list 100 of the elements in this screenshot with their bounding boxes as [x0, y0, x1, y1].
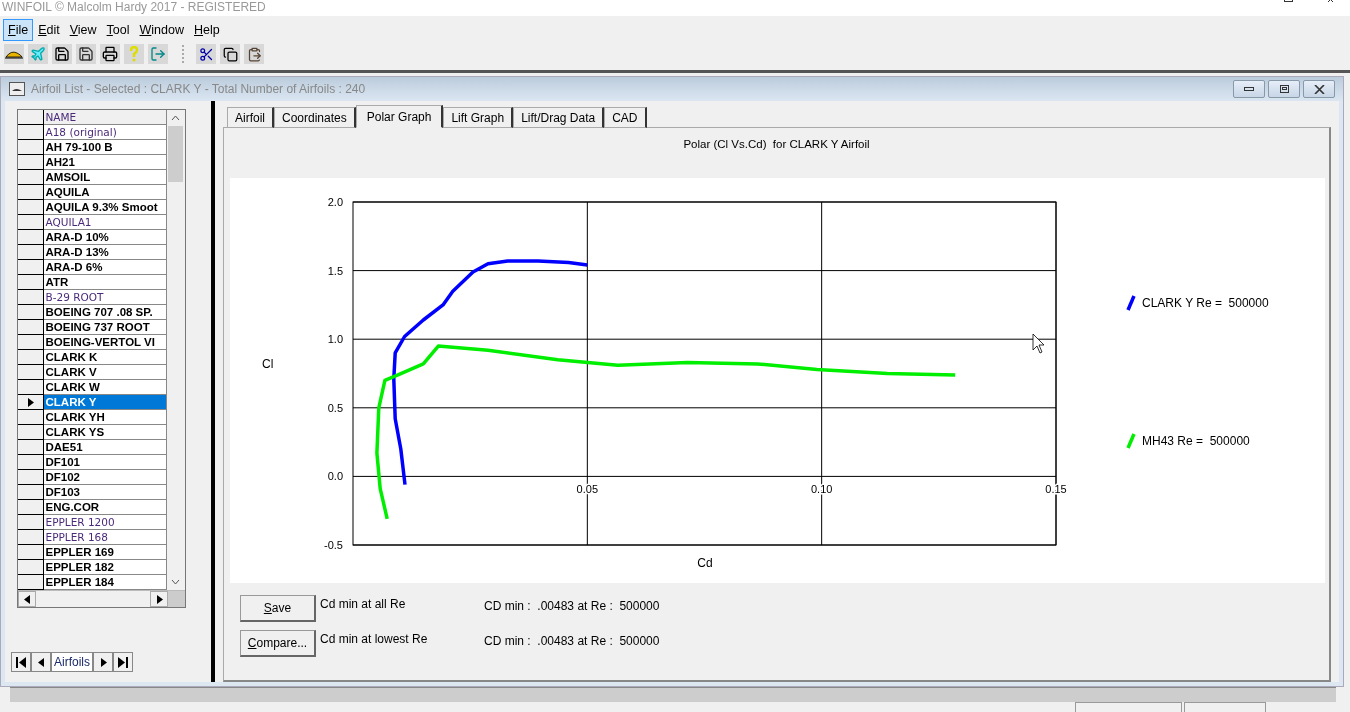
airfoil-name-cell[interactable]: CLARK K [43, 350, 167, 365]
menu-item[interactable]: Tool [101, 19, 135, 41]
navigator-label: Airfoils [51, 652, 93, 672]
airfoil-name-cell[interactable]: EPPLER 169 [43, 545, 167, 560]
airfoil-name-cell[interactable]: AQUILA1 [43, 215, 167, 230]
row-header[interactable] [18, 380, 44, 395]
previous-record-button[interactable] [31, 652, 51, 672]
row-header[interactable] [18, 440, 44, 455]
last-record-button[interactable] [113, 652, 133, 672]
airfoil-name-cell[interactable]: EPPLER 184 [43, 575, 167, 590]
scroll-thumb[interactable] [168, 126, 183, 182]
copy-button[interactable] [220, 44, 240, 64]
airfoil-name-cell[interactable]: CLARK V [43, 365, 167, 380]
save-as-button[interactable] [76, 44, 96, 64]
airfoil-name-cell[interactable]: ARA-D 10% [43, 230, 167, 245]
minimize-button[interactable] [1233, 80, 1265, 98]
airfoil-name-cell[interactable]: CLARK W [43, 380, 167, 395]
action-button[interactable]: Compare... [240, 630, 316, 657]
tab[interactable]: Lift Graph [443, 107, 514, 128]
airfoil-name-cell[interactable]: EPPLER 182 [43, 560, 167, 575]
row-header[interactable] [18, 290, 44, 305]
scroll-left-button[interactable] [18, 591, 36, 607]
row-header[interactable] [18, 410, 44, 425]
tab[interactable]: Lift/Drag Data [513, 107, 605, 128]
airfoil-name-cell[interactable]: B-29 ROOT [43, 290, 167, 305]
scroll-right-button[interactable] [150, 591, 168, 607]
row-header[interactable] [18, 170, 44, 185]
airfoil-name-cell[interactable]: AQUILA 9.3% Smoot [43, 200, 167, 215]
first-record-button[interactable] [11, 652, 31, 672]
airfoil-name-cell[interactable]: ATR [43, 275, 167, 290]
airfoil-name-cell[interactable]: AH21 [43, 155, 167, 170]
next-record-button[interactable] [93, 652, 113, 672]
row-header[interactable] [18, 560, 44, 575]
tab[interactable]: Airfoil [227, 107, 274, 128]
menu-item[interactable]: Window [134, 19, 189, 41]
row-header[interactable] [18, 125, 44, 140]
menu-item[interactable]: File [3, 19, 34, 41]
airfoil-button[interactable] [4, 44, 24, 64]
airfoil-name-cell[interactable]: BOEING 737 ROOT [43, 320, 167, 335]
maximize-button[interactable] [1268, 80, 1300, 98]
airfoil-name-cell[interactable]: BOEING 707 .08 SP. [43, 305, 167, 320]
row-header[interactable] [18, 395, 44, 410]
row-header[interactable] [18, 320, 44, 335]
menu-item[interactable]: Edit [33, 19, 65, 41]
airfoil-name-cell[interactable]: BOEING-VERTOL VI [43, 335, 167, 350]
airfoil-icon[interactable] [5, 49, 23, 59]
row-header[interactable] [18, 305, 44, 320]
airfoil-name-cell[interactable]: EPPLER 1200 [43, 515, 167, 530]
paste-button[interactable] [244, 44, 264, 64]
action-button[interactable]: Save [240, 595, 316, 622]
airfoil-name-cell[interactable]: CLARK Y [43, 395, 167, 410]
scroll-up-icon[interactable] [171, 115, 180, 121]
row-header[interactable] [18, 140, 44, 155]
row-header[interactable] [18, 275, 44, 290]
horizontal-scrollbar[interactable] [10, 687, 1336, 702]
row-header[interactable] [18, 575, 44, 590]
airfoil-name-cell[interactable]: EPPLER 168 [43, 530, 167, 545]
airfoil-name-cell[interactable]: AH 79-100 B [43, 140, 167, 155]
tab[interactable]: Coordinates [274, 107, 356, 128]
cut-button[interactable] [196, 44, 216, 64]
menu-item[interactable]: View [64, 19, 102, 41]
tab[interactable]: CAD [604, 107, 647, 128]
airfoil-name-cell[interactable]: AQUILA [43, 185, 167, 200]
airfoil-name-cell[interactable]: DF101 [43, 455, 167, 470]
airfoil-name-cell[interactable]: A18 (original) [43, 125, 167, 140]
exit-button[interactable] [148, 44, 168, 64]
airfoil-name-cell[interactable]: CLARK YS [43, 425, 167, 440]
row-header[interactable] [18, 365, 44, 380]
scroll-down-icon[interactable] [171, 579, 180, 585]
row-header[interactable] [18, 200, 44, 215]
row-header[interactable] [18, 215, 44, 230]
row-header[interactable] [18, 185, 44, 200]
row-header[interactable] [18, 470, 44, 485]
tab[interactable]: Polar Graph [355, 105, 444, 128]
print-button[interactable] [100, 44, 120, 64]
airfoil-name-cell[interactable]: AMSOIL [43, 170, 167, 185]
row-header[interactable] [18, 515, 44, 530]
airfoil-name-cell[interactable]: ENG.COR [43, 500, 167, 515]
column-header[interactable]: NAME [43, 110, 167, 125]
close-button[interactable] [1303, 80, 1335, 98]
row-header[interactable] [18, 350, 44, 365]
row-header[interactable] [18, 260, 44, 275]
row-header[interactable] [18, 335, 44, 350]
row-header[interactable] [18, 530, 44, 545]
row-header[interactable] [18, 230, 44, 245]
row-header[interactable] [18, 455, 44, 470]
airfoil-name-cell[interactable]: DAE51 [43, 440, 167, 455]
save-button[interactable] [52, 44, 72, 64]
airfoil-name-cell[interactable]: DF103 [43, 485, 167, 500]
row-header[interactable] [18, 545, 44, 560]
airfoil-name-cell[interactable]: CLARK YH [43, 410, 167, 425]
menu-item[interactable]: Help [189, 19, 225, 41]
airfoil-name-cell[interactable]: ARA-D 6% [43, 260, 167, 275]
row-header[interactable] [18, 245, 44, 260]
airfoil-name-cell[interactable]: ARA-D 13% [43, 245, 167, 260]
row-header[interactable] [18, 425, 44, 440]
row-header[interactable] [18, 155, 44, 170]
row-header[interactable] [18, 485, 44, 500]
row-header[interactable] [18, 500, 44, 515]
airfoil-name-cell[interactable]: DF102 [43, 470, 167, 485]
